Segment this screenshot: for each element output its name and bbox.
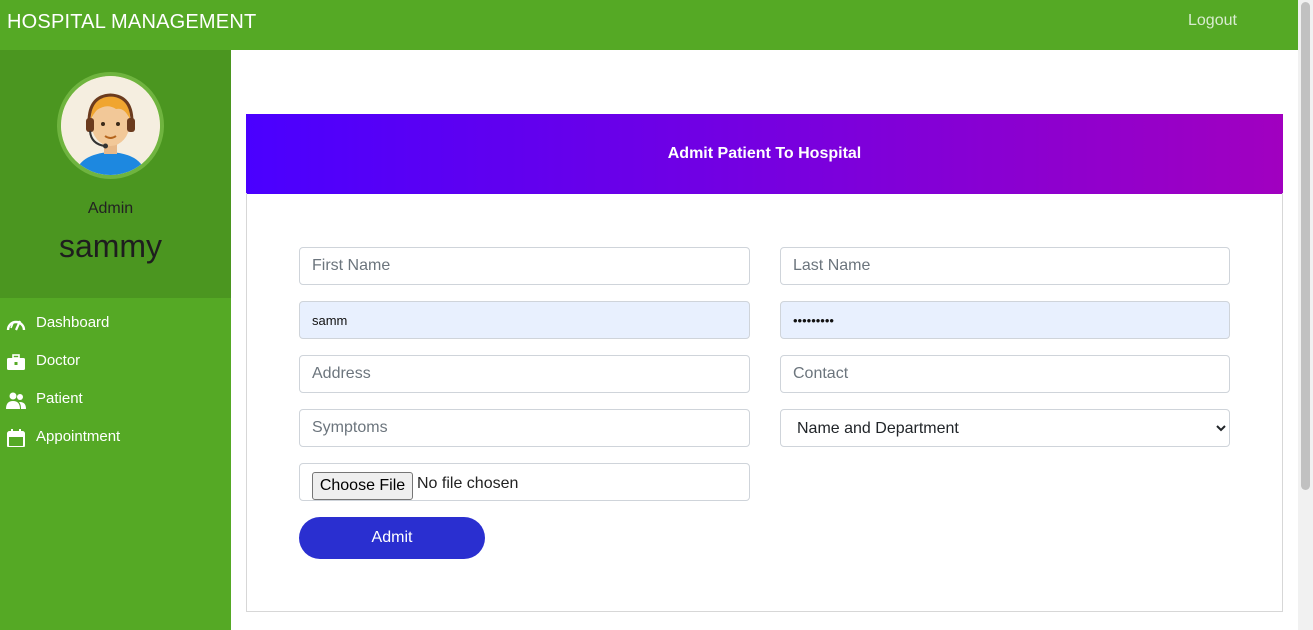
username-field[interactable]	[299, 301, 750, 339]
profile-panel: Admin sammy	[0, 50, 231, 298]
top-navbar: HOSPITAL MANAGEMENT Logout	[0, 0, 1298, 50]
sidebar-item-label: Dashboard	[36, 314, 110, 331]
doctor-select[interactable]: Name and Department	[780, 409, 1230, 447]
password-field[interactable]	[780, 301, 1230, 339]
vertical-scrollbar[interactable]	[1298, 0, 1313, 630]
avatar-illustration	[61, 76, 160, 175]
brand-title[interactable]: HOSPITAL MANAGEMENT	[7, 11, 256, 34]
sidebar-item-label: Patient	[36, 390, 83, 407]
first-name-field[interactable]	[299, 247, 750, 285]
sidebar: Admin sammy Dashboard Doctor Patient App…	[0, 50, 231, 630]
avatar	[61, 76, 160, 175]
user-role: Admin	[87, 200, 134, 217]
choose-file-button[interactable]: Choose File	[312, 472, 413, 500]
sidebar-item-patient[interactable]: Patient	[0, 385, 231, 415]
sidebar-item-label: Doctor	[36, 352, 81, 369]
last-name-field[interactable]	[780, 247, 1230, 285]
sidebar-item-appointment[interactable]: Appointment	[0, 423, 231, 453]
logout-link[interactable]: Logout	[1188, 12, 1237, 30]
file-status-text: No file chosen	[417, 475, 519, 492]
avatar-ring	[57, 72, 164, 179]
symptoms-field[interactable]	[299, 409, 750, 447]
address-field[interactable]	[299, 355, 750, 393]
scrollbar-thumb[interactable]	[1301, 2, 1310, 490]
contact-field[interactable]	[780, 355, 1230, 393]
users-icon	[6, 392, 26, 409]
card-header: Admit Patient To Hospital	[246, 114, 1283, 194]
file-upload-field: Choose File No file chosen	[299, 463, 750, 501]
sidebar-item-label: Appointment	[36, 428, 121, 445]
calendar-icon	[7, 429, 25, 447]
sidebar-item-dashboard[interactable]: Dashboard	[0, 309, 231, 339]
admit-button[interactable]: Admit	[299, 517, 485, 559]
speedometer-icon	[6, 320, 26, 331]
briefcase-icon	[7, 354, 25, 370]
sidebar-item-doctor[interactable]: Doctor	[0, 347, 231, 377]
form-title: Admit Patient To Hospital	[667, 145, 862, 162]
user-name: sammy	[58, 228, 163, 264]
